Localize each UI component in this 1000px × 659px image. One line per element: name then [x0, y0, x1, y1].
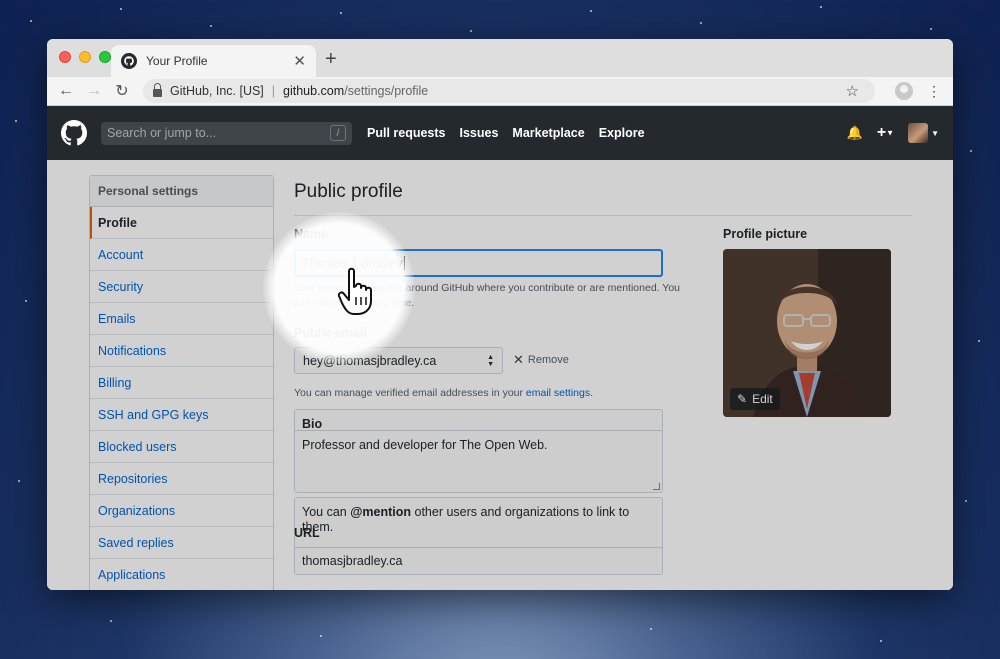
chrome-menu-icon[interactable]: ⋮	[927, 84, 941, 98]
lock-icon	[153, 83, 162, 97]
user-menu-dropdown[interactable]: ▼	[908, 123, 939, 143]
notifications-bell-icon[interactable]: 🔔	[847, 125, 863, 141]
nav-explore[interactable]: Explore	[599, 126, 645, 140]
profile-picture-label: Profile picture	[723, 227, 808, 241]
settings-sidebar: Personal settings Profile Account Securi…	[89, 175, 274, 590]
reload-icon[interactable]: ↻	[111, 81, 133, 101]
sidebar-item-organizations[interactable]: Organizations	[90, 495, 273, 527]
github-favicon-icon	[121, 53, 137, 69]
profile-picture: ✎ Edit	[723, 249, 891, 417]
name-field[interactable]: Thomas J Bradley	[294, 249, 663, 277]
public-email-value: hey@thomasjbradley.ca	[303, 353, 437, 368]
name-help-text: Your name may appear around GitHub where…	[294, 282, 681, 309]
nav-issues[interactable]: Issues	[460, 126, 499, 140]
search-shortcut-badge: /	[330, 125, 346, 141]
address-bar: ← → ↻ GitHub, Inc. [US] | github.com /se…	[47, 77, 953, 106]
sidebar-item-blocked-users[interactable]: Blocked users	[90, 431, 273, 463]
close-icon: ✕	[513, 352, 524, 367]
sidebar-item-billing[interactable]: Billing	[90, 367, 273, 399]
sidebar-item-account[interactable]: Account	[90, 239, 273, 271]
url-host: github.com	[283, 84, 345, 98]
email-settings-link[interactable]: email settings	[526, 387, 590, 399]
github-header: Search or jump to... / Pull requests Iss…	[47, 106, 953, 160]
caret-down-icon: ▼	[886, 128, 895, 138]
name-value: Thomas J Bradley	[302, 256, 403, 270]
bio-help-prefix: You can	[302, 505, 351, 519]
minimize-window-button[interactable]	[79, 51, 91, 63]
sidebar-heading: Personal settings	[90, 176, 273, 207]
browser-window: Your Profile ✕ + ← → ↻ GitHub, Inc. [US]…	[47, 39, 953, 590]
page-title: Public profile	[294, 181, 912, 216]
sidebar-item-profile[interactable]: Profile	[90, 207, 273, 239]
public-email-label: Public email	[294, 326, 367, 340]
sidebar-item-notifications[interactable]: Notifications	[90, 335, 273, 367]
sidebar-item-security[interactable]: Security	[90, 271, 273, 303]
mention-text: @mention	[350, 505, 412, 519]
header-nav: Pull requests Issues Marketplace Explore	[367, 126, 645, 140]
email-help-suffix: .	[590, 387, 594, 399]
nav-marketplace[interactable]: Marketplace	[512, 126, 584, 140]
user-avatar	[908, 123, 929, 143]
pencil-icon: ✎	[737, 392, 748, 406]
settings-page: Personal settings Profile Account Securi…	[47, 160, 953, 590]
url-input[interactable]: thomasjbradley.ca	[294, 547, 663, 575]
close-tab-icon[interactable]: ✕	[293, 52, 306, 70]
sidebar-item-repositories[interactable]: Repositories	[90, 463, 273, 495]
bio-textarea[interactable]: Professor and developer for The Open Web…	[294, 430, 663, 493]
search-input[interactable]: Search or jump to... /	[101, 121, 352, 145]
sidebar-item-applications[interactable]: Applications	[90, 559, 273, 590]
email-help-prefix: You can manage verified email addresses …	[294, 387, 526, 399]
header-actions: 🔔 +▼ ▼	[847, 123, 939, 143]
new-tab-button[interactable]: +	[325, 48, 337, 71]
chrome-profile-icon[interactable]	[895, 82, 913, 100]
github-logo-icon[interactable]	[61, 120, 87, 146]
caret-down-icon: ▼	[931, 128, 939, 138]
remove-email-label: Remove	[527, 354, 569, 366]
resize-handle-icon[interactable]	[653, 483, 660, 490]
name-label: Name	[294, 227, 329, 241]
url-separator: |	[271, 84, 276, 98]
tab-bar: Your Profile ✕ +	[47, 39, 953, 77]
browser-tab[interactable]: Your Profile ✕	[111, 45, 316, 77]
sidebar-item-emails[interactable]: Emails	[90, 303, 273, 335]
close-window-button[interactable]	[59, 51, 71, 63]
maximize-window-button[interactable]	[99, 51, 111, 63]
bookmark-star-icon[interactable]: ☆	[846, 82, 859, 100]
sidebar-item-ssh-gpg-keys[interactable]: SSH and GPG keys	[90, 399, 273, 431]
tab-title: Your Profile	[146, 54, 208, 68]
create-new-dropdown[interactable]: +▼	[877, 124, 894, 142]
sidebar-item-saved-replies[interactable]: Saved replies	[90, 527, 273, 559]
url-label: URL	[294, 526, 320, 540]
remove-email-button[interactable]: ✕ Remove	[513, 352, 569, 368]
select-arrows-icon: ▲ ▼	[487, 353, 494, 368]
nav-pull-requests[interactable]: Pull requests	[367, 126, 446, 140]
search-placeholder: Search or jump to...	[107, 126, 217, 140]
site-identity: GitHub, Inc. [US]	[170, 84, 264, 98]
edit-picture-label: Edit	[752, 392, 773, 406]
url-field[interactable]: GitHub, Inc. [US] | github.com /settings…	[143, 79, 875, 103]
email-help-text: You can manage verified email addresses …	[294, 386, 593, 401]
text-cursor	[403, 256, 405, 270]
profile-form: Public profile Name Thomas J Bradley You…	[294, 160, 912, 575]
public-email-select[interactable]: hey@thomasjbradley.ca ▲ ▼	[294, 347, 503, 374]
edit-picture-button[interactable]: ✎ Edit	[730, 388, 780, 410]
bio-value: Professor and developer for The Open Web…	[302, 438, 548, 452]
url-path: /settings/profile	[344, 84, 429, 98]
back-icon[interactable]: ←	[55, 82, 77, 100]
forward-icon[interactable]: →	[83, 82, 105, 100]
window-controls	[59, 51, 111, 63]
